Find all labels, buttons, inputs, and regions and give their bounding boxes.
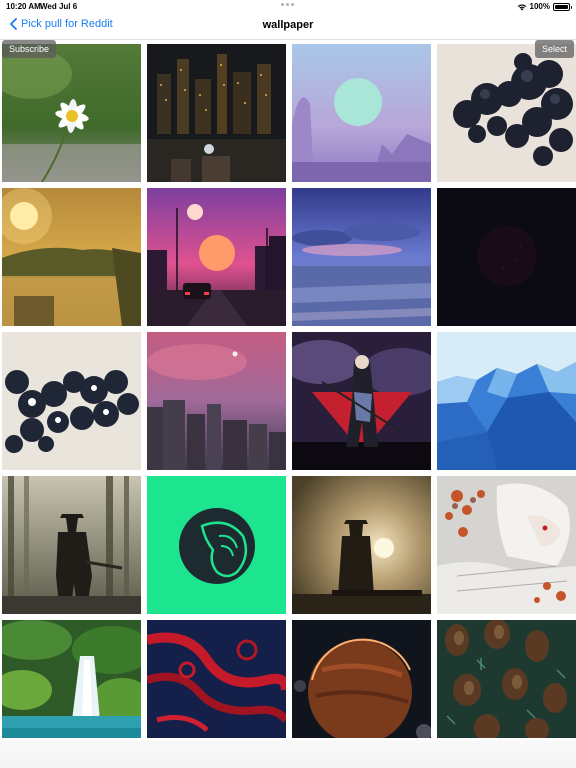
wallpaper-tile-waterfall[interactable] — [2, 620, 141, 738]
wallpaper-tile-cowboy-forest[interactable] — [2, 476, 141, 614]
status-indicators: 100% — [517, 2, 572, 11]
wallpaper-tile-dark-bubbles-beige[interactable] — [2, 332, 141, 470]
wallpaper-tile-pink-sky-buildings[interactable] — [147, 332, 286, 470]
status-time: 10:20 AM — [6, 2, 41, 11]
navigation-bar: Pick pull for Reddit wallpaper — [0, 14, 576, 40]
wallpaper-tile-daisy[interactable] — [2, 44, 141, 182]
wallpaper-tile-purple-sea[interactable] — [292, 188, 431, 326]
wifi-icon — [517, 3, 527, 11]
wallpaper-tile-cowboy-sunset[interactable] — [292, 476, 431, 614]
wallpaper-tile-golden-sunrise[interactable] — [2, 188, 141, 326]
wallpaper-tile-pine-cones[interactable] — [437, 620, 576, 738]
status-bar: 10:20 AM Wed Jul 6 100% — [0, 0, 576, 14]
wallpaper-tile-red-swirl[interactable] — [147, 620, 286, 738]
select-button[interactable]: Select — [534, 40, 574, 58]
page-title: wallpaper — [262, 19, 314, 31]
wallpaper-tile-night-city[interactable] — [147, 44, 286, 182]
wallpaper-tile-anime-warrior[interactable] — [292, 332, 431, 470]
wallpaper-tile-pastel-moon[interactable] — [292, 44, 431, 182]
status-date: Wed Jul 6 — [40, 2, 78, 11]
wallpaper-tile-synthwave-road[interactable] — [147, 188, 286, 326]
bottom-toolbar — [0, 740, 576, 768]
multitasking-dots-icon[interactable] — [281, 3, 294, 6]
wallpaper-grid — [2, 44, 576, 738]
battery-percent: 100% — [529, 2, 550, 11]
wallpaper-tile-anime-girl-flowers[interactable] — [437, 476, 576, 614]
wallpaper-tile-orange-planet[interactable] — [292, 620, 431, 738]
wallpaper-tile-alien-logo[interactable] — [147, 476, 286, 614]
battery-icon — [553, 2, 572, 11]
wallpaper-tile-blue-lowpoly[interactable] — [437, 332, 576, 470]
wallpaper-tile-black-bubbles[interactable] — [437, 44, 576, 182]
wallpaper-tile-dark-particles[interactable] — [437, 188, 576, 326]
subscribe-button[interactable]: Subscribe — [2, 40, 57, 58]
